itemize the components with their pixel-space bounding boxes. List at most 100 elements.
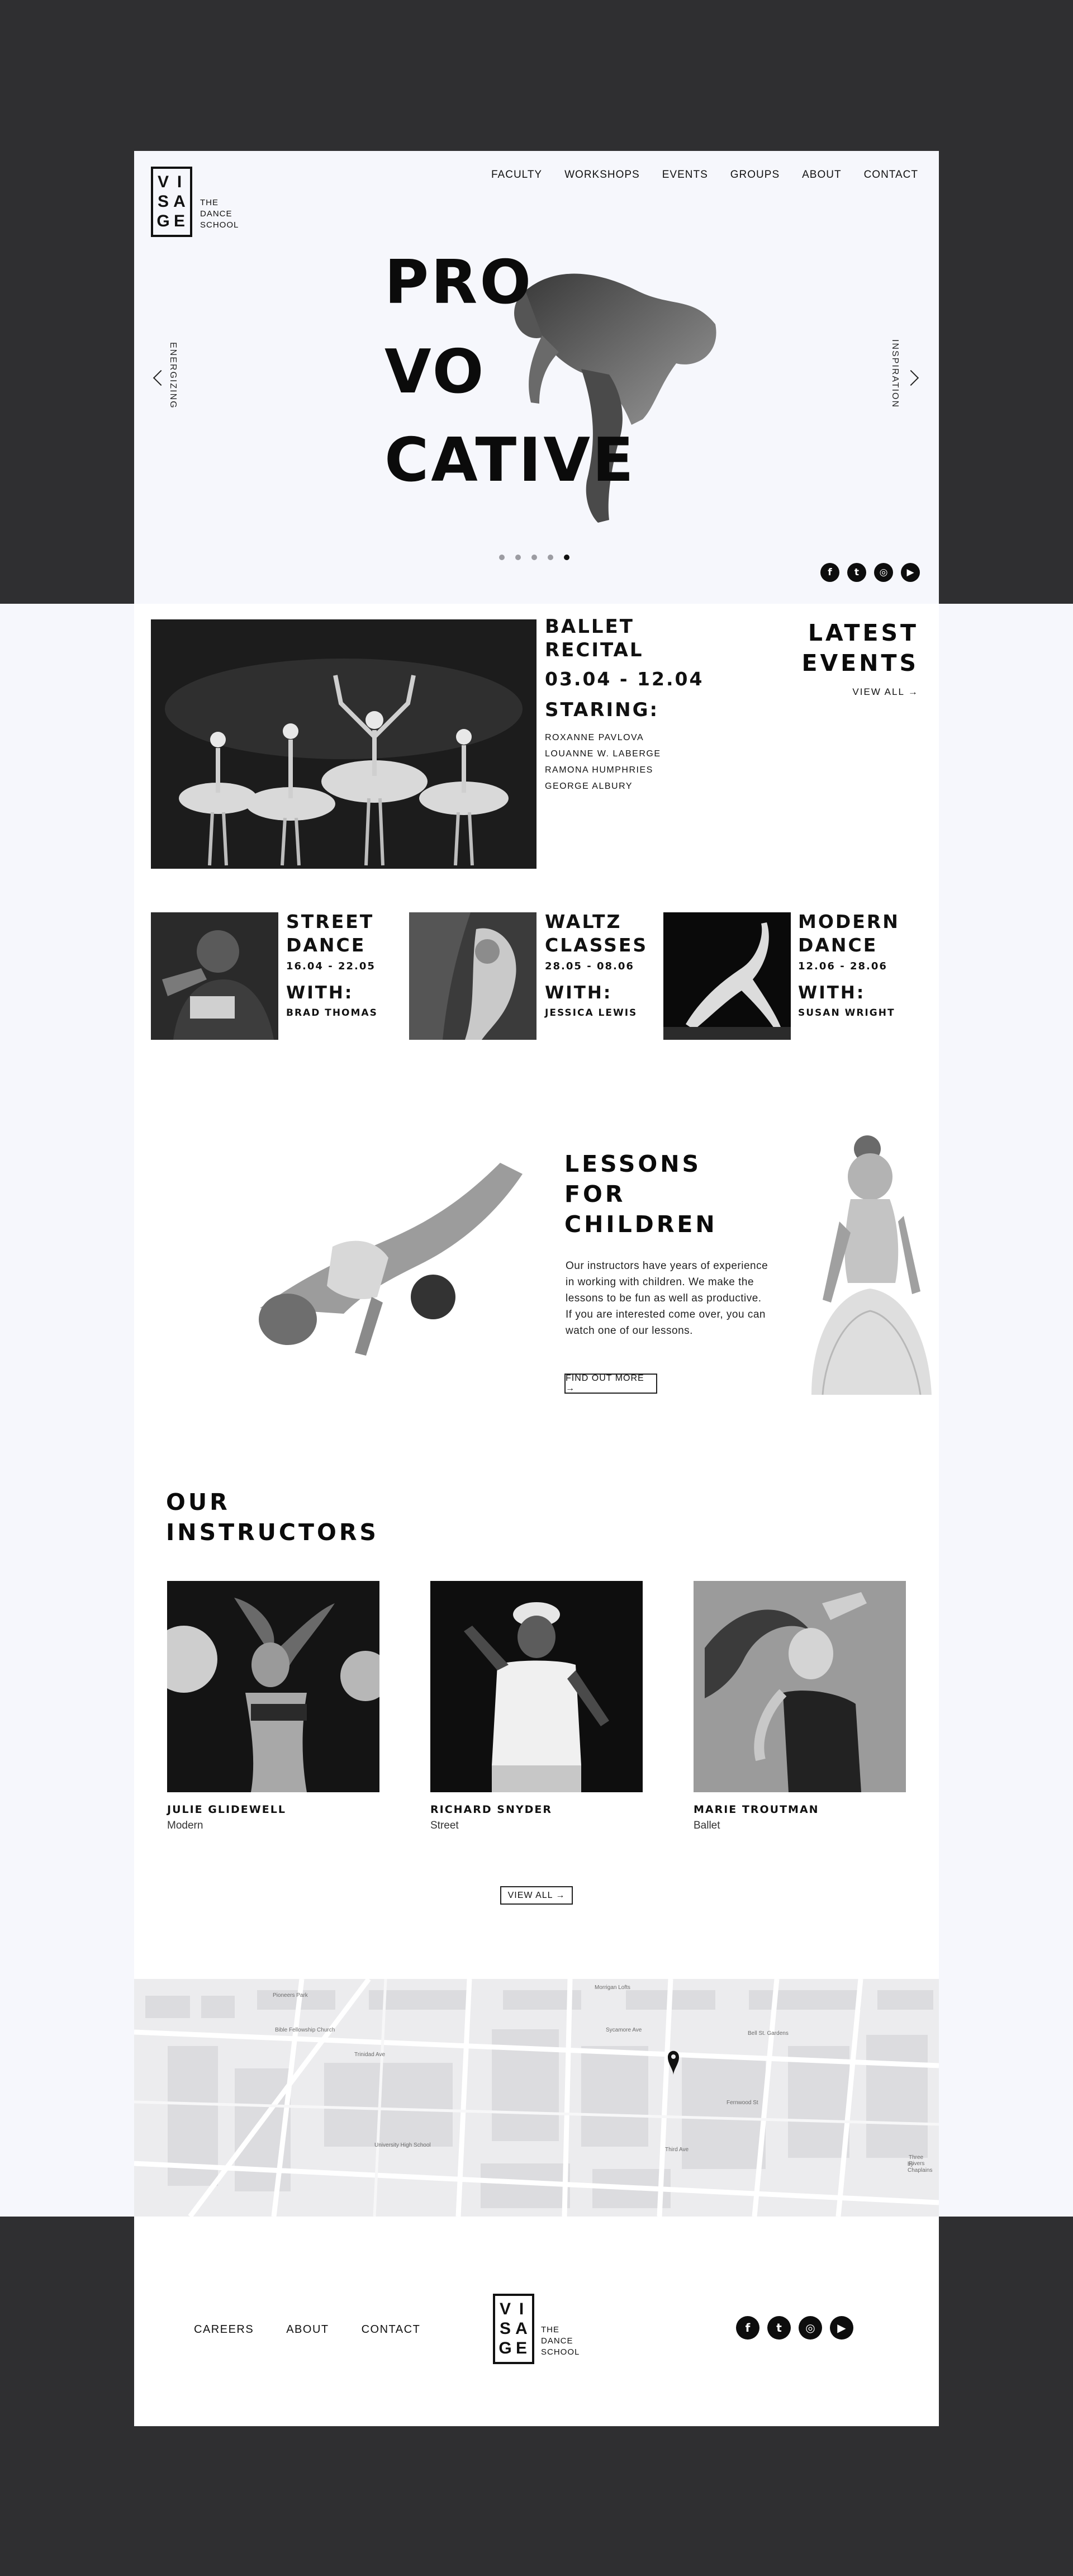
map-label: Sycamore Ave [606,2027,642,2033]
slider-dot[interactable] [548,555,553,560]
location-map[interactable]: Pioneers Park Bible Fellowship Church Tr… [134,1979,939,2217]
nav-groups[interactable]: GROUPS [730,169,780,181]
instructor-photo[interactable] [430,1581,643,1792]
event-dates: 16.04 - 22.05 [286,960,376,972]
featured-event-dates: 03.04 - 12.04 [545,668,704,690]
slider-dot[interactable] [515,555,521,560]
nav-faculty[interactable]: FACULTY [491,169,542,181]
logo-tagline-line: SCHOOL [200,220,239,230]
logo-letter: E [173,212,186,231]
twitter-icon[interactable]: t [847,563,866,582]
instructor-name[interactable]: JULIE GLIDEWELL [167,1803,286,1816]
instagram-icon[interactable]: ◎ [799,2316,822,2340]
map-label: Fernwood St [727,2100,758,2106]
logo-letter: S [499,2319,511,2338]
youtube-icon[interactable]: ▶ [901,563,920,582]
ballet-recital-image [151,619,536,869]
event-title: STREET DANCE [286,910,374,957]
nav-events[interactable]: EVENTS [662,169,708,181]
event-title: WALTZ CLASSES [545,910,648,957]
street-dance-image [151,912,278,1040]
heading-line: EVENTS [801,650,919,676]
logo-letter: G [498,2339,512,2358]
hero-right-label: INSPIRATION [890,339,900,409]
instructors-heading: OUR INSTRUCTORS [166,1487,379,1547]
instructor-name[interactable]: MARIE TROUTMAN [694,1803,819,1816]
nav-about[interactable]: ABOUT [802,169,841,181]
hero-headline-line: VO [384,337,486,407]
heading-line: INSTRUCTORS [166,1519,379,1546]
cast-name: GEORGE ALBURY [545,782,633,791]
map-label: Bible Fellowship Church [275,2027,335,2033]
footer-link-careers[interactable]: CAREERS [194,2323,254,2336]
logo-tagline-line: THE [541,2325,559,2334]
logo-tagline-line: DANCE [541,2336,573,2346]
ballet-girl-image [800,1132,939,1395]
hero-social-links: f t ◎ ▶ [820,563,920,582]
map-label: Morrigan Lofts [595,1985,630,1991]
footer-link-about[interactable]: ABOUT [286,2323,329,2336]
slider-dot[interactable] [531,555,537,560]
instructor-photo[interactable] [167,1581,379,1792]
featured-event-title-line: BALLET [545,615,634,638]
heading-line: FOR [564,1181,626,1208]
facebook-icon[interactable]: f [736,2316,759,2340]
event-title-line: DANCE [798,934,878,956]
hero-headline-line: CATIVE [384,425,636,495]
slider-dot-active[interactable] [564,555,569,560]
waltz-classes-image [409,912,536,1040]
facebook-icon[interactable]: f [820,563,839,582]
find-out-more-button[interactable]: FIND OUT MORE → [564,1374,657,1394]
lessons-description-line: in working with children. We make the [566,1276,754,1288]
events-view-all-link[interactable]: VIEW ALL → [852,686,919,698]
lessons-description-line: If you are interested come over, you can [566,1309,766,1320]
logo-letter: A [173,192,186,211]
map-label: Trinidad Ave [354,2052,386,2058]
instructor-style: Ballet [694,1820,720,1831]
event-title-line: STREET [286,911,374,932]
instagram-icon[interactable]: ◎ [874,563,893,582]
map-label: Pioneers Park [273,1992,308,1999]
logo-tagline-line: SCHOOL [541,2347,580,2357]
lessons-heading: LESSONS FOR CHILDREN [564,1149,718,1239]
cast-name: RAMONA HUMPHRIES [545,765,653,775]
slider-dot[interactable] [499,555,505,560]
instructor-name[interactable]: RICHARD SNYDER [430,1803,552,1816]
logo-letter: I [519,2299,525,2318]
logo-tagline: THE DANCE SCHOOL [541,2324,580,2358]
instructors-view-all-button[interactable]: VIEW ALL → [500,1886,573,1905]
logo-tagline-line: DANCE [200,209,232,219]
instructor-photo[interactable] [694,1581,906,1792]
logo-letter: G [156,212,170,231]
event-instructor: BRAD THOMAS [286,1007,378,1019]
heading-line: LESSONS [564,1150,702,1177]
twitter-icon[interactable]: t [767,2316,791,2340]
lessons-description-line: watch one of our lessons. [566,1325,693,1337]
footer-social-links: f t ◎ ▶ [736,2316,853,2340]
map-label: University High School [374,2142,431,2148]
event-instructor: JESSICA LEWIS [545,1007,638,1019]
footer-link-contact[interactable]: CONTACT [362,2323,421,2336]
slider-dots [499,555,569,560]
heading-line: OUR [166,1489,230,1516]
latest-events-heading: LATEST EVENTS [801,618,919,678]
lessons-description-line: lessons to be fun as well as productive. [566,1292,762,1304]
nav-workshops[interactable]: WORKSHOPS [564,169,640,181]
logo-letter: V [499,2299,511,2318]
event-dates: 28.05 - 08.06 [545,960,634,972]
event-title: MODERN DANCE [798,910,900,957]
cast-name: ROXANNE PAVLOVA [545,733,644,742]
lessons-description: Our instructors have years of experience… [566,1258,768,1339]
map-label: Third Ave [665,2147,689,2153]
featured-event-cast: ROXANNE PAVLOVA LOUANNE W. LABERGE RAMON… [545,730,661,794]
logo-mark: V I S A G E [151,167,192,237]
heading-line: LATEST [808,619,919,646]
logo-letter: A [515,2319,528,2338]
logo-letter: I [177,172,183,191]
youtube-icon[interactable]: ▶ [830,2316,853,2340]
event-title-line: DANCE [286,934,366,956]
hero-left-label: ENERGIZING [168,342,178,409]
featured-event-staring-label: STARING: [545,699,659,721]
nav-contact[interactable]: CONTACT [864,169,918,181]
featured-event-title: BALLET RECITAL [545,615,644,662]
